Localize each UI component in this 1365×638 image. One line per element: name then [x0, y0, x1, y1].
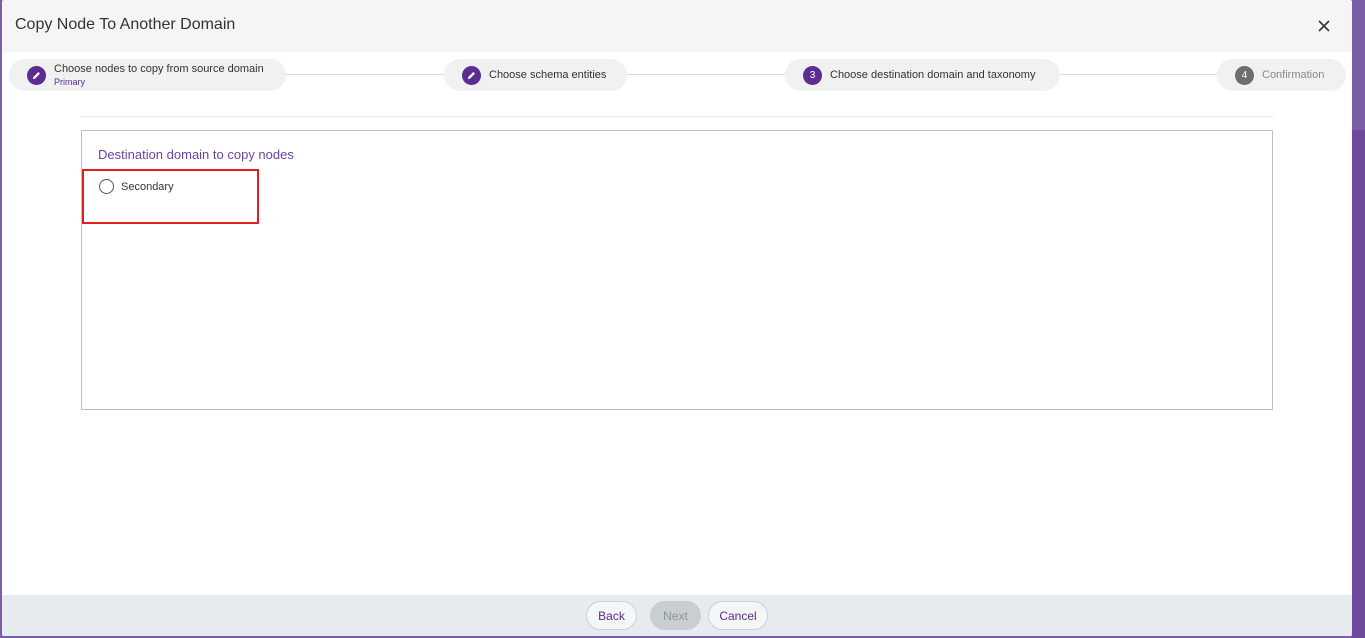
back-button[interactable]: Back: [586, 601, 637, 630]
pencil-icon: [467, 71, 475, 79]
close-icon: [1318, 20, 1330, 32]
wizard-stepper: Choose nodes to copy from source domain …: [2, 52, 1352, 100]
pencil-icon: [32, 71, 40, 79]
step-label: Choose nodes to copy from source domain: [54, 63, 264, 75]
radio-button[interactable]: [99, 179, 114, 194]
step-choose-nodes[interactable]: Choose nodes to copy from source domain …: [9, 59, 286, 91]
step-circle: [462, 65, 481, 85]
next-button[interactable]: Next: [650, 601, 701, 630]
step-choose-destination[interactable]: 3 Choose destination domain and taxonomy: [785, 59, 1060, 91]
background-strip: [1352, 130, 1365, 638]
dialog-header: Copy Node To Another Domain: [2, 0, 1352, 52]
step-label: Confirmation: [1262, 69, 1325, 81]
panel-title: Destination domain to copy nodes: [98, 147, 294, 162]
section-divider: [80, 116, 1273, 117]
step-label: Choose schema entities: [489, 69, 607, 81]
step-connector: [1060, 74, 1218, 75]
step-connector: [286, 74, 446, 75]
dialog-footer: Back Next Cancel: [2, 595, 1352, 636]
step-label: Choose destination domain and taxonomy: [830, 69, 1036, 81]
step-sublabel: Primary: [54, 77, 85, 87]
destination-domain-panel: Destination domain to copy nodes Seconda…: [81, 130, 1273, 410]
radio-option-secondary[interactable]: Secondary: [99, 179, 174, 194]
dialog-title: Copy Node To Another Domain: [15, 16, 236, 33]
step-choose-schema[interactable]: Choose schema entities: [444, 59, 627, 91]
copy-node-dialog: Copy Node To Another Domain Choose nodes…: [2, 0, 1352, 636]
radio-label: Secondary: [121, 180, 174, 193]
close-button[interactable]: [1315, 17, 1333, 35]
step-number: 3: [803, 65, 822, 85]
step-confirmation[interactable]: 4 Confirmation: [1217, 59, 1346, 91]
step-number: 4: [1235, 65, 1254, 85]
cancel-button[interactable]: Cancel: [708, 601, 768, 630]
step-connector: [627, 74, 787, 75]
step-circle: [27, 65, 46, 85]
